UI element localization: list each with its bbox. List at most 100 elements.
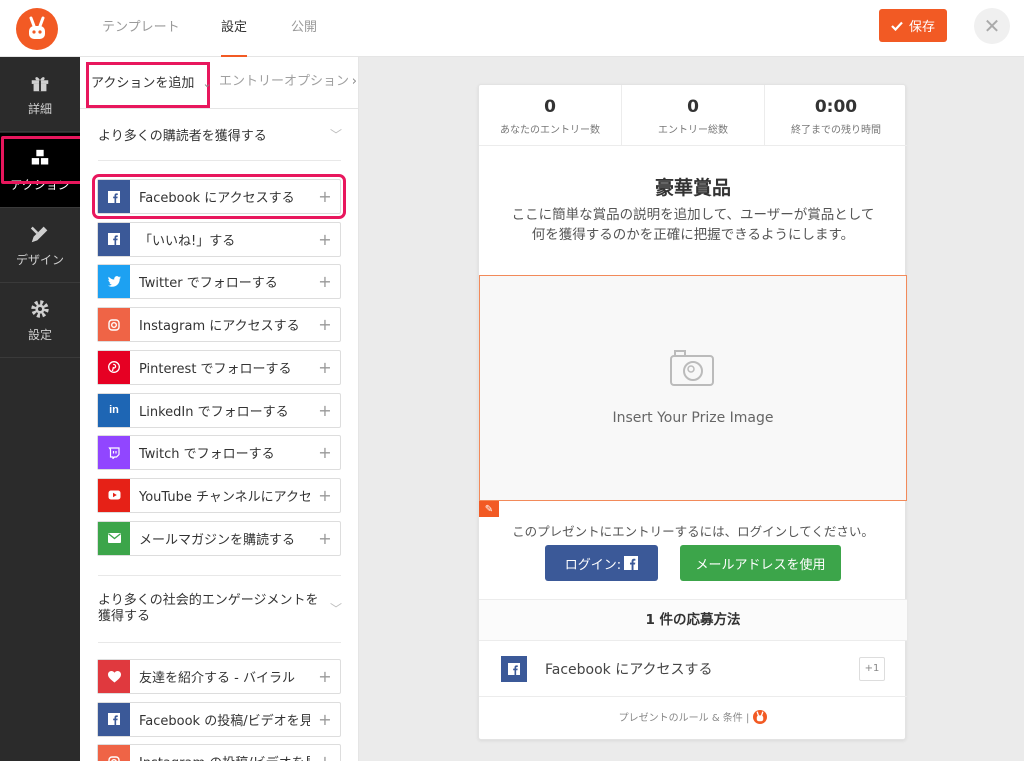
rail-item-label: 設定 [27,327,52,342]
rafflepress-small-icon [753,709,768,724]
plus-icon[interactable]: + [310,443,340,462]
plus-icon[interactable]: + [310,667,340,686]
chevron-right-icon[interactable]: › [352,57,357,109]
stat-caption: エントリー総数 [658,125,728,136]
image-placeholder-text: Insert Your Prize Image [612,410,774,426]
envelope-icon [98,521,130,555]
subtab-label: アクションを追加 [91,76,195,91]
facebook-icon [501,655,527,682]
section-title: より多くの社会的エンゲージメントを獲得する [98,593,319,624]
tab-settings[interactable]: 設定 [221,0,248,57]
prize-description: ここに簡単な賞品の説明を追加して、ユーザーが賞品として何を獲得するのかを正確に把… [511,207,875,243]
rafflepress-logo[interactable] [16,8,58,50]
gear-icon [31,299,49,318]
action-item[interactable]: Instagram にアクセスする + [97,307,341,343]
subtab-entry-options[interactable]: エントリーオプション [219,57,349,109]
plus-icon[interactable]: + [310,710,340,729]
entry-method-row[interactable]: Facebook にアクセスする +1 [479,641,907,697]
twitch-icon [98,436,130,470]
facebook-login-button[interactable]: ログイン: [545,545,658,581]
action-item[interactable]: Twitter でフォローする + [97,264,341,300]
logo-area [0,0,80,57]
stat-your-entries: 0 あなたのエントリー数 [479,85,622,145]
stat-value: 0 [544,97,556,117]
stat-value: 0 [687,97,699,117]
plus-icon[interactable]: + [310,187,340,206]
stat-value: 0:00 [814,97,858,117]
design-tools-icon [30,226,48,242]
close-button[interactable]: ✕ [974,8,1010,44]
plus-icon[interactable]: + [310,272,340,291]
stat-caption: あなたのエントリー数 [500,125,600,136]
rules-footer: プレゼントのルール & 条件 | [479,709,907,724]
action-item[interactable]: Facebook にアクセスする + [92,174,346,219]
action-label: Twitter でフォローする [139,276,278,292]
save-button[interactable]: 保存 [879,9,947,42]
action-label: Instagram の投稿/ビデオを見る [130,752,310,761]
linkedin-icon: in [98,393,130,427]
action-item[interactable]: Twitch でフォローする + [97,435,341,471]
left-rail: 詳細 アクション デザイン 設定 [0,0,83,761]
entry-method-label: Facebook にアクセスする [545,661,713,678]
rail-item-label: アクション [10,177,70,192]
panel-subtabs: アクションを追加 ⌄ エントリーオプション › [80,57,358,109]
rail-item-label: 詳細 [27,101,52,116]
tab-publish[interactable]: 公開 [291,0,317,57]
button-label: ログイン: [564,557,622,573]
action-label: Facebook にアクセスする [139,191,295,206]
gift-icon [31,76,49,91]
rail-item-design[interactable]: デザイン [0,208,80,283]
save-label: 保存 [908,19,935,34]
action-label: YouTube チャンネルにアクセスする [139,489,310,505]
rail-item-settings[interactable]: 設定 [0,283,80,358]
action-item[interactable]: Instagram の投稿/ビデオを見る+ [97,744,341,761]
divider [98,575,341,576]
action-label: Facebook の投稿/ビデオを見る [139,713,310,729]
action-item[interactable]: Facebook の投稿/ビデオを見る + [97,701,341,737]
divider [98,160,341,161]
action-item[interactable]: 友達を紹介する - バイラル + [97,659,341,694]
stats-bar: 0 あなたのエントリー数 0 エントリー総数 0:00 終了までの残り時間 [479,85,907,146]
pinterest-icon [98,350,130,384]
action-label: LinkedIn でフォローする [139,404,289,420]
stat-total-entries: 0 エントリー総数 [622,85,765,145]
plus-icon[interactable]: + [310,529,340,548]
tab-template[interactable]: テンプレート [102,0,180,57]
pencil-icon[interactable]: ✎ [479,501,499,517]
plus-icon[interactable]: + [310,230,340,249]
email-login-button[interactable]: メールアドレスを使用 [680,545,841,581]
heart-icon [98,660,130,693]
section-title: より多くの購読者を獲得する [98,129,267,144]
rail-item-details[interactable]: 詳細 [0,57,80,132]
chevron-down-icon: ﹀ [329,128,342,142]
action-label: 友達を紹介する - バイラル [139,671,295,686]
action-item[interactable]: YouTube チャンネルにアクセスする+ [97,477,341,513]
action-item[interactable]: 「いいね!」する + [97,221,341,257]
chevron-down-icon: ⌄ [202,77,212,90]
action-label: Pinterest でフォローする [139,361,292,377]
section-engagement[interactable]: より多くの社会的エンゲージメントを獲得する ﹀ [98,593,342,625]
instagram-icon [98,745,130,761]
plus-icon[interactable]: + [310,358,340,377]
section-subscribers[interactable]: より多くの購読者を獲得する ﹀ [98,125,342,144]
rules-link[interactable]: プレゼントのルール & 条件 | [619,709,750,724]
plus-icon[interactable]: + [310,486,340,505]
plus-icon[interactable]: + [310,752,340,761]
instagram-icon [98,308,130,342]
rail-item-actions[interactable]: アクション [0,133,83,208]
action-item[interactable]: Pinterest でフォローする + [97,349,341,385]
action-item[interactable]: in LinkedIn でフォローする + [97,392,341,428]
prize-title: 豪華賞品 [654,177,731,199]
stat-time-left: 0:00 終了までの残り時間 [765,85,907,145]
check-icon [891,21,903,31]
login-prompt: このプレゼントにエントリーするには、ログインしてください。 [512,524,874,539]
subtab-add-action[interactable]: アクションを追加 ⌄ [86,62,212,108]
plus-icon[interactable]: + [310,401,340,420]
facebook-icon [98,702,130,736]
action-label: メールマガジンを購読する [139,532,296,548]
divider [98,642,341,643]
plus-icon[interactable]: + [310,315,340,334]
action-item[interactable]: メールマガジンを購読する + [97,520,341,556]
chevron-down-icon: ﹀ [329,602,342,616]
prize-image-placeholder[interactable]: Insert Your Prize Image [479,275,907,501]
